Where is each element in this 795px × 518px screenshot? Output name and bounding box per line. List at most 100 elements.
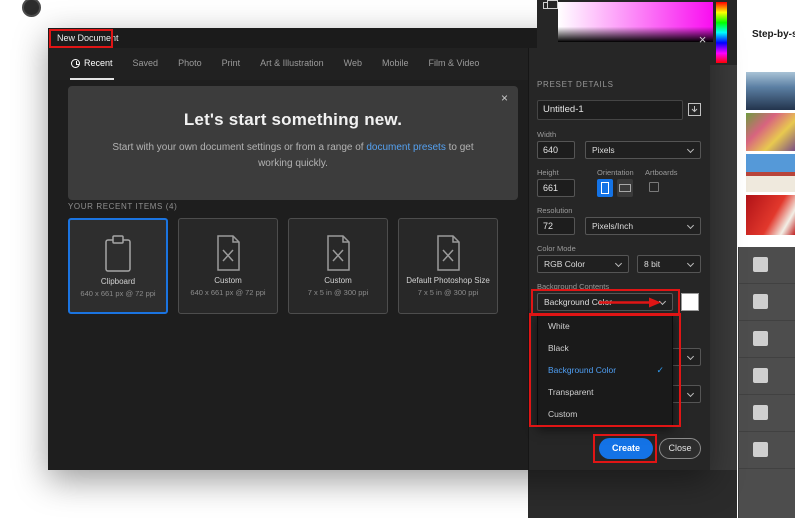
close-icon[interactable]: ×: [695, 33, 710, 48]
close-icon[interactable]: ×: [501, 91, 508, 105]
recent-item-spec: 7 x 5 in @ 300 ppi: [417, 288, 479, 297]
tab-mobile[interactable]: Mobile: [381, 48, 410, 80]
panel-row: [739, 358, 795, 395]
resolution-label: Resolution: [537, 206, 573, 215]
document-name-input[interactable]: Untitled-1: [537, 100, 683, 120]
tab-web[interactable]: Web: [343, 48, 363, 80]
tab-label: Saved: [132, 58, 159, 68]
create-button[interactable]: Create: [599, 438, 653, 459]
background-color-swatch[interactable]: [681, 293, 699, 311]
dialog-title: New Document: [57, 33, 119, 43]
swatch-icon: [753, 294, 768, 309]
recent-item-custom-1[interactable]: Custom 640 x 661 px @ 72 ppi: [178, 218, 278, 314]
width-unit-dropdown[interactable]: Pixels: [585, 141, 701, 159]
tab-art-illustration[interactable]: Art & Illustration: [259, 48, 325, 80]
color-mode-label: Color Mode: [537, 244, 576, 253]
recent-item-name: Clipboard: [100, 277, 136, 286]
artboards-checkbox[interactable]: [649, 182, 659, 192]
tab-recent[interactable]: Recent: [70, 48, 114, 80]
workspace-background: [528, 470, 737, 518]
side-panel: [738, 247, 795, 518]
photo-thumbnail: [746, 72, 795, 110]
height-input[interactable]: 661: [537, 179, 575, 197]
resolution-unit-value: Pixels/Inch: [592, 221, 634, 231]
tab-print[interactable]: Print: [221, 48, 242, 80]
photo-thumbnail: [746, 195, 795, 235]
checkmark-icon: ✓: [656, 365, 664, 375]
width-input[interactable]: 640: [537, 141, 575, 159]
recent-item-default-photoshop-size[interactable]: Default Photoshop Size 7 x 5 in @ 300 pp…: [398, 218, 498, 314]
chevron-down-icon: [686, 389, 695, 398]
tab-label: Web: [343, 58, 362, 68]
tab-label: Mobile: [381, 58, 409, 68]
recent-item-custom-2[interactable]: Custom 7 x 5 in @ 300 ppi: [288, 218, 388, 314]
background-contents-dropdown[interactable]: Background Color: [537, 293, 673, 311]
document-x-icon: [179, 232, 277, 274]
document-x-icon: [289, 232, 387, 274]
menu-option-white[interactable]: White: [538, 315, 672, 337]
swatch-icon: [753, 331, 768, 346]
welcome-banner: × Let's start something new. Start with …: [68, 86, 518, 200]
color-mode-value: RGB Color: [544, 259, 586, 269]
chevron-down-icon: [686, 259, 695, 268]
artboards-label: Artboards: [645, 168, 678, 177]
chevron-down-icon: [686, 145, 695, 154]
tab-photo[interactable]: Photo: [177, 48, 203, 80]
tab-saved[interactable]: Saved: [132, 48, 160, 80]
photo-thumbnail: [746, 154, 795, 192]
menu-option-transparent[interactable]: Transparent: [538, 381, 672, 403]
close-button[interactable]: Close: [659, 438, 701, 459]
color-mode-dropdown[interactable]: RGB Color: [537, 255, 629, 273]
step-panel-title: Step-by-s: [752, 29, 795, 40]
recent-item-name: Default Photoshop Size: [406, 276, 490, 285]
recent-items-header: YOUR RECENT ITEMS (4): [68, 202, 178, 211]
swatch-icon: [753, 368, 768, 383]
layers-icon: [543, 0, 558, 9]
hue-slider: [716, 2, 727, 63]
tab-label: Art & Illustration: [260, 58, 324, 68]
width-label: Width: [537, 130, 557, 139]
recent-item-name: Custom: [324, 276, 352, 285]
recent-item-spec: 640 x 661 px @ 72 ppi: [80, 289, 156, 298]
panel-row: [739, 432, 795, 469]
background-contents-menu: White Black Background Color ✓ Transpare…: [537, 314, 673, 426]
panel-row: [739, 321, 795, 358]
new-document-dialog: New Document Recent Saved Photo Print Ar…: [48, 28, 710, 470]
bit-depth-value: 8 bit: [644, 259, 661, 269]
panel-row: [739, 395, 795, 432]
height-label: Height: [537, 168, 559, 177]
menu-option-custom[interactable]: Custom: [538, 403, 672, 425]
recent-items-grid: Clipboard 640 x 661 px @ 72 ppi Custom 6…: [68, 218, 498, 314]
swatch-icon: [753, 442, 768, 457]
save-preset-icon[interactable]: [687, 102, 702, 122]
bit-depth-dropdown[interactable]: 8 bit: [637, 255, 701, 273]
menu-option-black[interactable]: Black: [538, 337, 672, 359]
panel-row: [739, 284, 795, 321]
resolution-unit-dropdown[interactable]: Pixels/Inch: [585, 217, 701, 235]
menu-option-label: Background Color: [548, 365, 617, 375]
resolution-input[interactable]: 72: [537, 217, 575, 235]
preset-details-header: PRESET DETAILS: [537, 80, 614, 89]
tab-film-video[interactable]: Film & Video: [428, 48, 481, 80]
menu-option-background-color[interactable]: Background Color ✓: [538, 359, 672, 381]
chevron-down-icon: [658, 297, 667, 306]
preset-details-panel: PRESET DETAILS Untitled-1 Width 640 Pixe…: [528, 48, 710, 470]
tab-label: Photo: [178, 58, 202, 68]
photo-thumbnail: [746, 113, 795, 151]
portrait-orientation-icon[interactable]: [597, 179, 613, 197]
panel-row: [739, 247, 795, 284]
dialog-main-area: × Let's start something new. Start with …: [48, 80, 528, 470]
clock-icon: [71, 58, 80, 68]
chevron-down-icon: [686, 221, 695, 230]
chevron-down-icon: [614, 259, 623, 268]
color-gradient-field: [558, 2, 713, 42]
width-unit-value: Pixels: [592, 145, 615, 155]
tab-label: Recent: [84, 58, 113, 68]
welcome-text: Start with your own document settings or…: [107, 140, 479, 171]
landscape-orientation-icon[interactable]: [617, 179, 633, 197]
document-presets-link[interactable]: document presets: [366, 142, 446, 153]
recent-item-spec: 7 x 5 in @ 300 ppi: [307, 288, 369, 297]
workspace-panel-strip: [710, 0, 737, 518]
recent-item-clipboard[interactable]: Clipboard 640 x 661 px @ 72 ppi: [68, 218, 168, 314]
swatch-icon: [753, 257, 768, 272]
